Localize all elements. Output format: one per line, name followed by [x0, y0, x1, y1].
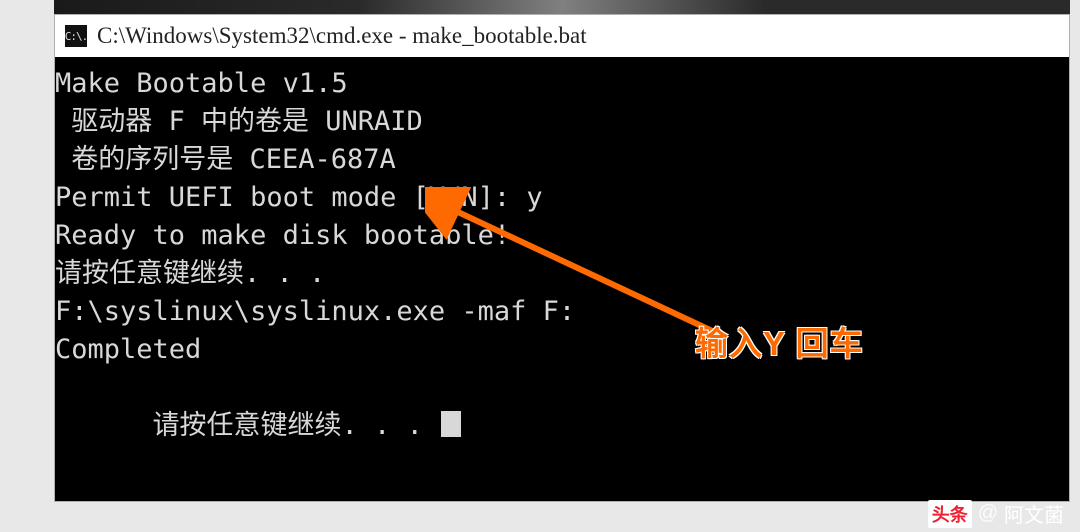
terminal-line: F:\syslinux\syslinux.exe -maf F: [55, 293, 1065, 331]
terminal-line: Ready to make disk bootable! [55, 217, 1065, 255]
window-title: C:\Windows\System32\cmd.exe - make_boota… [97, 23, 587, 49]
terminal-line: Make Bootable v1.5 [55, 65, 1065, 103]
watermark-brand: 头条 [928, 500, 972, 528]
terminal-viewport[interactable]: Make Bootable v1.5 驱动器 F 中的卷是 UNRAID 卷的序… [55, 57, 1069, 501]
cmd-icon: C:\. [65, 25, 87, 47]
terminal-line: 请按任意键继续. . . [55, 255, 1065, 293]
terminal-line: 卷的序列号是 CEEA-687A [55, 141, 1065, 179]
watermark: 头条 @ 阿文菌 [928, 499, 1064, 528]
annotation-label: 输入Y 回车 [695, 317, 864, 365]
cursor-block [441, 411, 461, 437]
watermark-author: 阿文菌 [1004, 499, 1064, 528]
background-photo-strip [54, 0, 1070, 14]
terminal-line: 驱动器 F 中的卷是 UNRAID [55, 103, 1065, 141]
cmd-window: C:\. C:\Windows\System32\cmd.exe - make_… [54, 14, 1070, 502]
title-bar[interactable]: C:\. C:\Windows\System32\cmd.exe - make_… [55, 15, 1069, 57]
terminal-line: Completed [55, 331, 1065, 369]
terminal-line: Permit UEFI boot mode [Y/N]: y [55, 179, 1065, 217]
terminal-line: 请按任意键继续. . . [55, 369, 1065, 483]
watermark-at: @ [978, 502, 998, 525]
terminal-text: 请按任意键继续. . . [153, 410, 440, 441]
